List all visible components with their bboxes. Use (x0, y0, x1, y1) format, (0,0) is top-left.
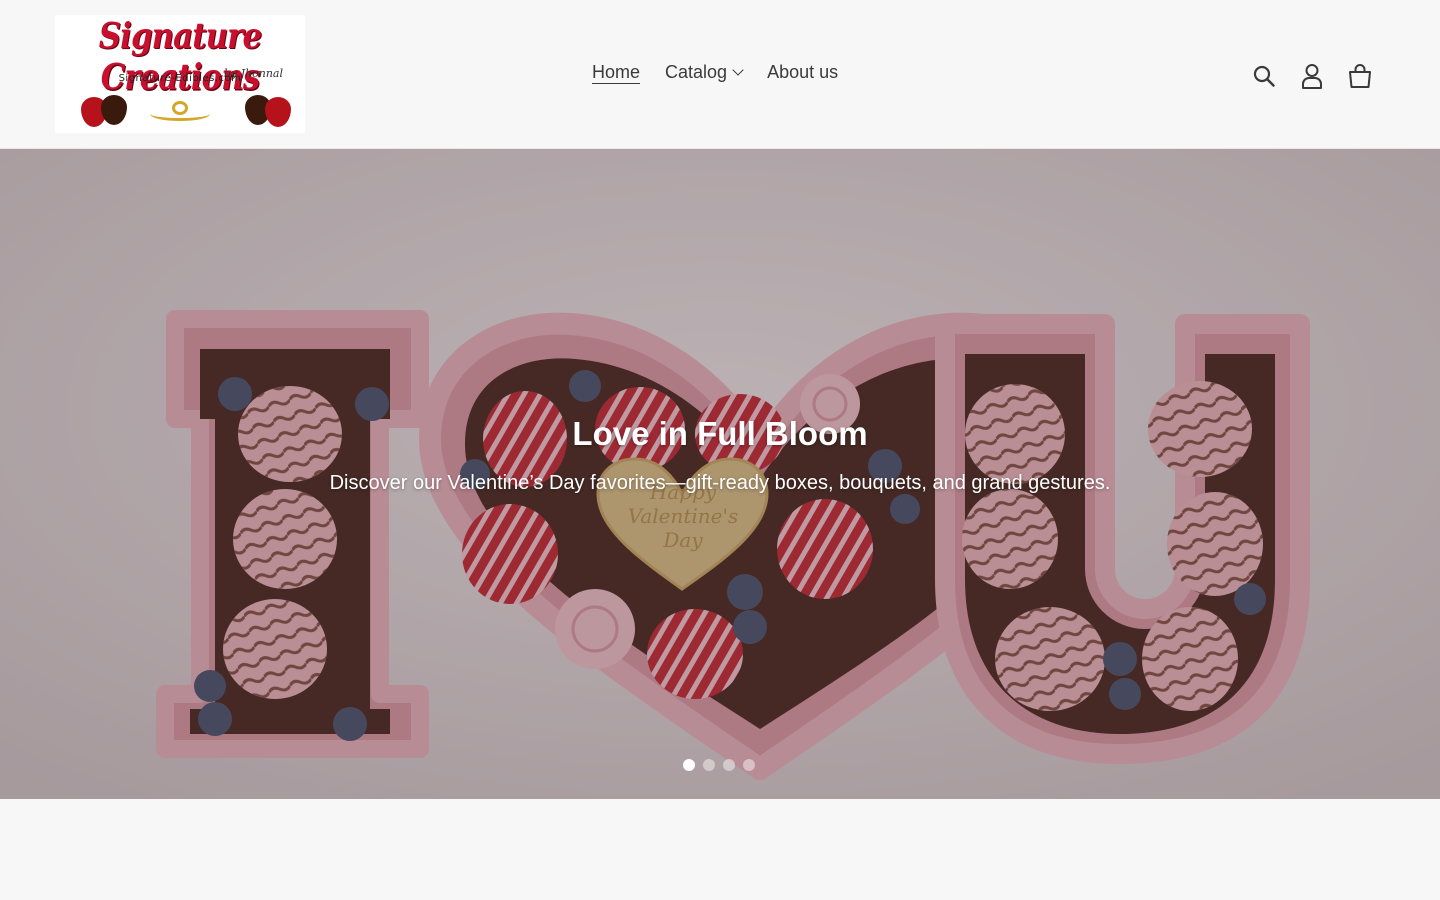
logo-title: Signature Creations (98, 15, 262, 99)
chevron-down-icon (732, 64, 744, 76)
nav-catalog-link[interactable]: Catalog (665, 62, 744, 83)
nav-catalog-label: Catalog (665, 62, 728, 82)
slide-dot-4[interactable] (743, 759, 755, 771)
site-header: Signature Creations by Jhonnal Signature… (0, 0, 1440, 149)
nav-about-link[interactable]: About us (767, 62, 838, 83)
cart-icon[interactable] (1346, 60, 1374, 92)
account-icon[interactable] (1298, 60, 1326, 92)
slide-dot-2[interactable] (703, 759, 715, 771)
header-icons (1250, 60, 1374, 92)
bow-graphic (172, 101, 188, 115)
slide-dot-3[interactable] (723, 759, 735, 771)
search-icon[interactable] (1250, 60, 1278, 92)
hero-title: Love in Full Bloom (572, 415, 868, 452)
nav-home-link[interactable]: Home (592, 62, 640, 83)
slide-dot-1[interactable] (683, 759, 695, 771)
logo-url-text: Signature-Edibles.com (118, 73, 242, 84)
hero-subtitle: Discover our Valentine’s Day favorites—g… (329, 472, 1111, 494)
strawberry-graphic (265, 97, 291, 127)
chocolate-strawberry-graphic (101, 95, 127, 125)
main-navigation: Home Catalog About us (592, 62, 838, 83)
brand-logo[interactable]: Signature Creations by Jhonnal Signature… (55, 15, 305, 133)
hero-slideshow: Happy Valentine's Day Love in Full Bloom D… (0, 149, 1440, 799)
slideshow-dots (683, 759, 755, 771)
